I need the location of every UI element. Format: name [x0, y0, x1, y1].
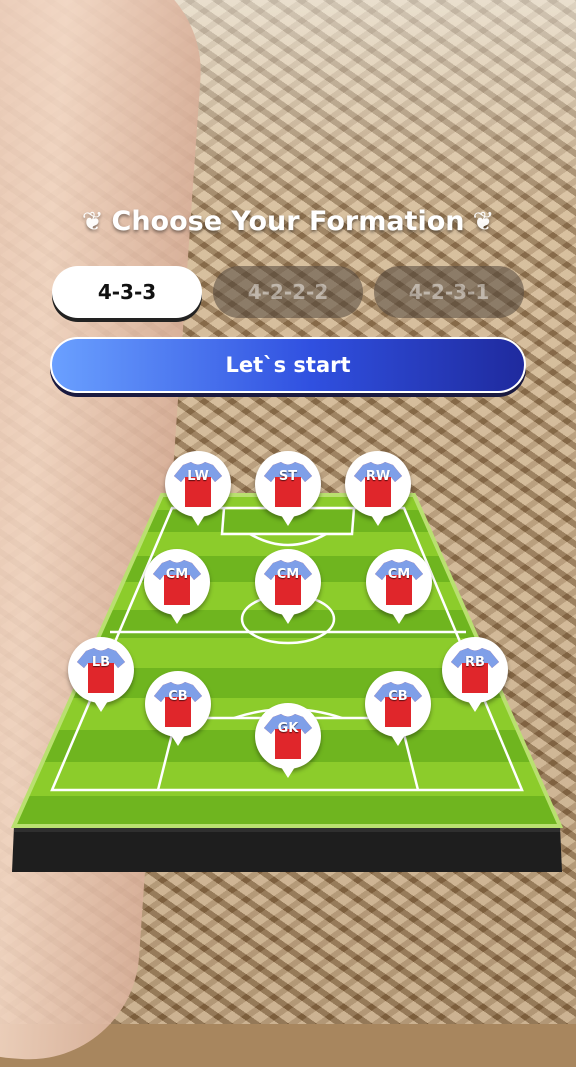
- player-pin-st[interactable]: ST: [255, 451, 321, 526]
- player-pin-cm-center[interactable]: CM: [255, 549, 321, 624]
- player-pin-cb-left[interactable]: CB: [145, 671, 211, 746]
- shirt-icon: [264, 714, 312, 759]
- player-position-label: LW: [187, 469, 209, 484]
- player-position-label: CM: [387, 567, 411, 582]
- player-pin-rw[interactable]: RW: [345, 451, 411, 526]
- player-position-label: CM: [276, 567, 300, 582]
- player-pin-cm-left[interactable]: CM: [144, 549, 210, 624]
- shirt-icon: [354, 462, 402, 507]
- shirt-icon: [451, 648, 499, 693]
- player-pin-rb[interactable]: RB: [442, 637, 508, 712]
- shirt-icon: [374, 682, 422, 727]
- player-pin-lw[interactable]: LW: [165, 451, 231, 526]
- shirt-icon: [375, 560, 423, 605]
- player-pin-cm-right[interactable]: CM: [366, 549, 432, 624]
- shirt-icon: [264, 462, 312, 507]
- shirt-icon: [154, 682, 202, 727]
- shirt-icon: [153, 560, 201, 605]
- player-pin-gk[interactable]: GK: [255, 703, 321, 778]
- player-position-label: CM: [165, 567, 189, 582]
- pitch-base: [12, 826, 562, 872]
- player-pin-lb[interactable]: LB: [68, 637, 134, 712]
- player-position-label: GK: [277, 721, 299, 736]
- player-position-label: LB: [91, 655, 111, 670]
- player-position-label: CB: [388, 689, 408, 704]
- player-position-label: ST: [278, 469, 298, 484]
- player-position-label: RW: [365, 469, 391, 484]
- shirt-icon: [174, 462, 222, 507]
- player-pin-cb-right[interactable]: CB: [365, 671, 431, 746]
- player-position-label: CB: [168, 689, 188, 704]
- shirt-icon: [264, 560, 312, 605]
- shirt-icon: [77, 648, 125, 693]
- player-position-label: RB: [465, 655, 485, 670]
